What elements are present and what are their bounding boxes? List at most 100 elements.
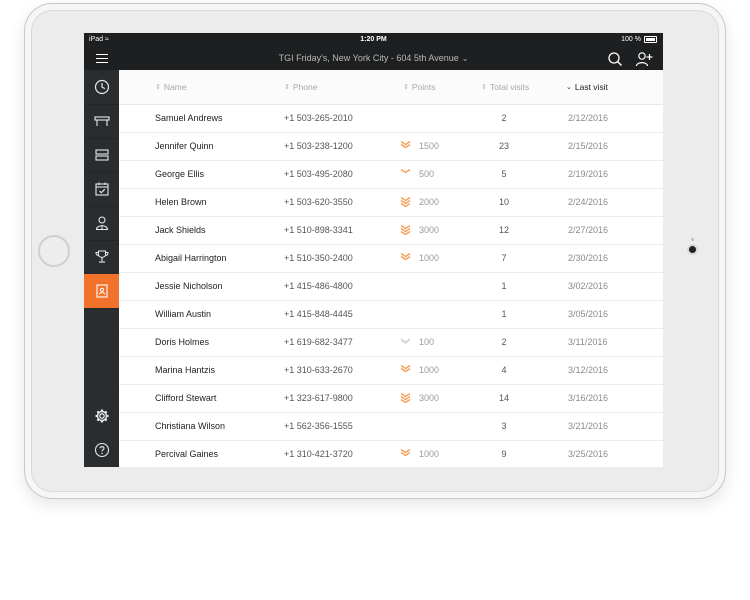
guest-total-visits: 7	[501, 253, 507, 263]
loyalty-tier-icon	[400, 224, 411, 237]
guest-phone: +1 415-486-4800	[284, 281, 353, 291]
guest-points: 2000	[419, 197, 440, 207]
sidebar-item-guests[interactable]	[84, 274, 119, 309]
sort-icon: ⇕	[403, 83, 409, 91]
add-user-icon[interactable]	[635, 51, 653, 67]
status-right: 100 %	[621, 36, 657, 43]
guest-points: 1000	[419, 253, 440, 263]
guest-name: Abigail Harrington	[155, 253, 227, 263]
table-row[interactable]: Abigail Harrington +1 510-350-2400 1000 7 2/…	[119, 244, 663, 273]
table-row[interactable]: Jennifer Quinn +1 503-238-1200 1500 23 2/15/…	[119, 132, 663, 161]
table-row[interactable]: Helen Brown +1 503-620-3550 2000 10 2/24/201…	[119, 188, 663, 217]
contacts-book-icon	[95, 284, 108, 298]
sort-icon: ⇕	[481, 83, 487, 91]
table-row[interactable]: Jessie Nicholson +1 415-486-4800 1 3/02/201…	[119, 272, 663, 301]
table-row[interactable]: Percival Gaines +1 310-421-3720 1000 9 3/25/…	[119, 440, 663, 467]
venue-label: TGI Friday's, New York City - 604 5th Av…	[278, 53, 459, 63]
table-icon	[93, 116, 110, 126]
table-row[interactable]: Clifford Stewart +1 323-617-9800 3000 14 3/1…	[119, 384, 663, 413]
loyalty-tier-icon	[400, 336, 411, 349]
guest-last-visit: 3/11/2016	[568, 337, 608, 347]
loyalty-tier-icon	[400, 140, 411, 153]
search-icon[interactable]	[607, 51, 623, 67]
guest-phone: +1 503-265-2010	[284, 113, 353, 123]
clock-icon	[94, 79, 109, 95]
sidebar-item-rewards[interactable]	[84, 240, 119, 275]
guest-name: Doris Holmes	[155, 337, 210, 347]
column-header-total-visits[interactable]: ⇕ Total visits	[481, 82, 529, 92]
list-icon	[94, 149, 109, 161]
column-header-points[interactable]: ⇕ Points	[403, 82, 436, 92]
column-header-last-visit[interactable]: ⌄ Last visit	[566, 82, 608, 92]
guest-last-visit: 3/05/2016	[568, 309, 609, 319]
guest-last-visit: 2/24/2016	[568, 197, 609, 207]
guest-last-visit: 3/02/2016	[568, 281, 609, 291]
guest-total-visits: 23	[498, 141, 509, 151]
guest-total-visits: 10	[498, 197, 509, 207]
top-bar: TGI Friday's, New York City - 604 5th Av…	[84, 47, 663, 70]
sidebar-item-settings[interactable]	[84, 399, 119, 433]
guest-name: William Austin	[155, 309, 212, 319]
guest-total-visits: 3	[501, 421, 507, 431]
guest-points: 500	[419, 169, 435, 179]
guest-phone: +1 310-633-2670	[284, 365, 353, 375]
table-row[interactable]: Christiana Wilson +1 562-356-1555 3 3/21/20…	[119, 412, 663, 441]
guest-phone: +1 510-350-2400	[284, 253, 353, 263]
sidebar-item-tables[interactable]	[84, 104, 119, 139]
guest-last-visit: 3/25/2016	[568, 449, 609, 459]
guest-total-visits: 1	[501, 281, 507, 291]
guest-points: 1500	[419, 141, 440, 151]
guest-total-visits: 9	[501, 449, 507, 459]
guest-phone: +1 323-617-9800	[284, 393, 353, 403]
loyalty-tier-icon	[400, 364, 411, 377]
column-header-phone[interactable]: ⇕ Phone	[284, 82, 317, 92]
sidebar-item-help[interactable]	[84, 433, 119, 467]
table-row[interactable]: Jack Shields +1 510-898-3341 3000 12 2/27/20…	[119, 216, 663, 245]
guest-phone: +1 619-682-3477	[284, 337, 353, 347]
guest-last-visit: 2/15/2016	[568, 141, 609, 151]
guest-phone: +1 510-898-3341	[284, 225, 353, 235]
sort-icon: ⇕	[155, 83, 161, 91]
guest-points: 1000	[419, 365, 440, 375]
trophy-icon	[94, 250, 109, 263]
column-label: Last visit	[574, 82, 608, 92]
guest-icon	[95, 216, 108, 231]
sidebar	[84, 70, 119, 467]
guest-last-visit: 3/21/2016	[568, 421, 609, 431]
table-row[interactable]: Marina Hantzis +1 310-633-2670 1000 4 3/12/2…	[119, 356, 663, 385]
guest-last-visit: 3/12/2016	[568, 365, 609, 375]
guest-total-visits: 2	[501, 113, 507, 123]
table-row[interactable]: William Austin +1 415-848-4445 1 3/05/2016	[119, 300, 663, 329]
guest-name: Christiana Wilson	[155, 421, 226, 431]
guest-last-visit: 2/30/2016	[568, 253, 609, 263]
loyalty-tier-icon	[400, 392, 411, 405]
loyalty-tier-icon	[400, 448, 411, 461]
guest-last-visit: 2/27/2016	[568, 225, 609, 235]
sidebar-item-staff[interactable]	[84, 206, 119, 241]
sidebar-item-reservations[interactable]	[84, 172, 119, 207]
sidebar-item-history[interactable]	[84, 70, 119, 105]
sidebar-item-list[interactable]	[84, 138, 119, 173]
loyalty-tier-icon	[400, 252, 411, 265]
calendar-check-icon	[94, 182, 109, 196]
guest-last-visit: 2/12/2016	[568, 113, 609, 123]
column-header-name[interactable]: ⇕ Name	[155, 82, 187, 92]
guest-points: 3000	[419, 393, 440, 403]
table-row[interactable]: George Ellis +1 503-495-2080 500 5 2/19/2016	[119, 160, 663, 189]
gear-icon	[95, 409, 108, 423]
sort-descending-icon: ⌄	[566, 83, 572, 91]
guest-name: Jennifer Quinn	[155, 141, 214, 151]
home-button[interactable]	[38, 235, 70, 267]
chevron-down-icon: ⌄	[461, 54, 469, 63]
column-label: Name	[163, 82, 187, 92]
guest-name: Jack Shields	[155, 225, 206, 235]
guest-total-visits: 2	[501, 337, 507, 347]
guest-total-visits: 12	[498, 225, 509, 235]
venue-selector[interactable]: TGI Friday's, New York City - 604 5th Av…	[84, 53, 663, 63]
column-label: Total visits	[489, 82, 530, 92]
table-row[interactable]: Samuel Andrews +1 503-265-2010 2 2/12/2016	[119, 104, 663, 133]
sensor-dot	[691, 238, 694, 241]
table-row[interactable]: Doris Holmes +1 619-682-3477 100 2 3/11/2016	[119, 328, 663, 357]
guest-name: Helen Brown	[155, 197, 207, 207]
guest-name: Marina Hantzis	[155, 365, 216, 375]
